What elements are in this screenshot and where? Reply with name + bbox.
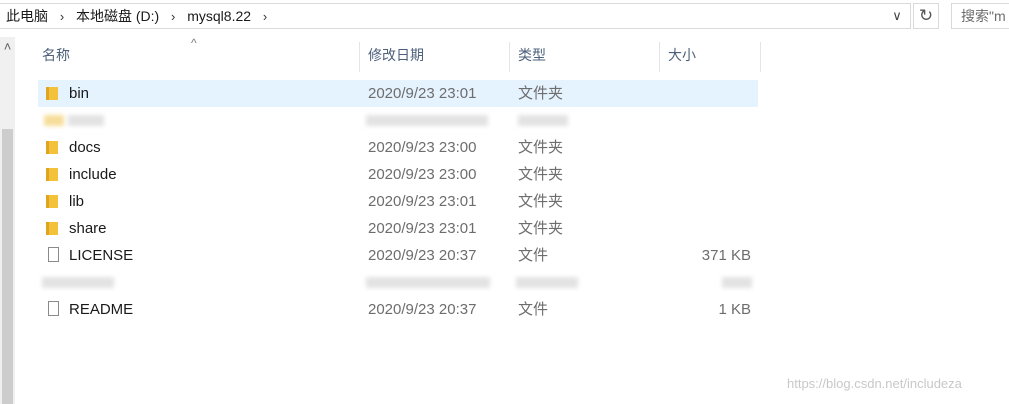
breadcrumb-drive-d[interactable]: 本地磁盘 (D:)	[73, 6, 162, 26]
redacted-name	[68, 115, 104, 126]
file-size	[668, 134, 751, 161]
column-date-label: 修改日期	[368, 47, 424, 63]
column-header: 名称 ^ 修改日期 类型 大小	[15, 36, 775, 72]
column-type[interactable]: 类型	[510, 38, 660, 72]
file-name: README	[69, 301, 134, 318]
file-row-redacted[interactable]	[38, 107, 758, 134]
file-type: 文件	[518, 247, 549, 264]
column-name-label: 名称	[42, 47, 70, 63]
file-icon	[46, 242, 62, 269]
redacted-size	[722, 277, 752, 288]
folder-icon	[46, 80, 62, 107]
file-date: 2020/9/23 23:01	[368, 193, 477, 210]
file-name: share	[69, 220, 107, 237]
file-type: 文件夹	[518, 85, 564, 102]
address-bar-area: 此电脑 › 本地磁盘 (D:) › mysql8.22 › ∨ ↻ 搜索"m	[0, 0, 1009, 33]
file-row-lib[interactable]: lib 2020/9/23 23:01 文件夹	[38, 188, 758, 215]
redacted-date	[366, 277, 490, 288]
column-name[interactable]: 名称 ^	[15, 36, 360, 72]
navigation-pane-scrollbar[interactable]: ˄	[0, 37, 15, 404]
redacted-name	[42, 277, 114, 288]
file-date: 2020/9/23 23:01	[368, 85, 477, 102]
file-name: docs	[69, 139, 101, 156]
breadcrumb-separator-icon[interactable]: ›	[254, 9, 276, 24]
file-row-redacted[interactable]	[38, 269, 758, 296]
search-input[interactable]: 搜索"m	[951, 3, 1009, 29]
file-size	[668, 215, 751, 242]
file-row-bin[interactable]: bin 2020/9/23 23:01 文件夹	[38, 80, 758, 107]
file-date: 2020/9/23 23:00	[368, 139, 477, 156]
redacted-type	[518, 115, 568, 126]
file-size: 1 KB	[718, 301, 751, 318]
file-size	[668, 188, 751, 215]
scroll-up-icon[interactable]: ˄	[0, 39, 15, 54]
file-icon	[46, 296, 62, 323]
file-row-share[interactable]: share 2020/9/23 23:01 文件夹	[38, 215, 758, 242]
column-date-modified[interactable]: 修改日期	[360, 38, 510, 72]
file-size	[668, 80, 751, 107]
file-type: 文件夹	[518, 220, 564, 237]
breadcrumb-separator-icon[interactable]: ›	[162, 9, 184, 24]
folder-icon	[46, 215, 62, 242]
column-divider	[760, 42, 761, 72]
breadcrumb-separator-icon[interactable]: ›	[51, 9, 73, 24]
file-name: LICENSE	[69, 247, 134, 264]
address-bar[interactable]: 此电脑 › 本地磁盘 (D:) › mysql8.22 › ∨	[0, 3, 911, 29]
column-type-label: 类型	[518, 47, 546, 63]
file-date: 2020/9/23 20:37	[368, 247, 477, 264]
folder-icon	[46, 161, 62, 188]
file-date: 2020/9/23 23:00	[368, 166, 477, 183]
redacted-icon	[44, 115, 64, 126]
folder-icon	[46, 188, 62, 215]
column-size[interactable]: 大小	[660, 38, 761, 72]
breadcrumb-mysql-folder[interactable]: mysql8.22	[184, 8, 254, 24]
column-size-label: 大小	[668, 47, 696, 63]
file-type: 文件夹	[518, 193, 564, 210]
file-type: 文件夹	[518, 139, 564, 156]
file-row-license[interactable]: LICENSE 2020/9/23 20:37 文件 371 KB	[38, 242, 758, 269]
file-row-readme[interactable]: README 2020/9/23 20:37 文件 1 KB	[38, 296, 758, 323]
breadcrumb-this-pc[interactable]: 此电脑	[0, 6, 51, 26]
watermark: https://blog.csdn.net/includeza	[787, 376, 962, 391]
file-type: 文件夹	[518, 166, 564, 183]
file-name: bin	[69, 85, 90, 102]
file-date: 2020/9/23 23:01	[368, 220, 477, 237]
file-size: 371 KB	[701, 247, 751, 264]
address-history-dropdown-icon[interactable]: ∨	[888, 7, 906, 25]
file-date: 2020/9/23 20:37	[368, 301, 477, 318]
redacted-type	[516, 277, 578, 288]
file-list: bin 2020/9/23 23:01 文件夹 docs 2020/9/23 2…	[38, 80, 758, 323]
file-name: lib	[69, 193, 85, 210]
file-row-docs[interactable]: docs 2020/9/23 23:00 文件夹	[38, 134, 758, 161]
scrollbar-thumb[interactable]	[2, 129, 13, 404]
file-name: include	[69, 166, 117, 183]
folder-icon	[46, 134, 62, 161]
refresh-icon[interactable]: ↻	[913, 3, 939, 29]
sort-ascending-icon: ^	[191, 36, 197, 50]
file-row-include[interactable]: include 2020/9/23 23:00 文件夹	[38, 161, 758, 188]
file-type: 文件	[518, 301, 549, 318]
file-size	[668, 161, 751, 188]
redacted-date	[366, 115, 488, 126]
